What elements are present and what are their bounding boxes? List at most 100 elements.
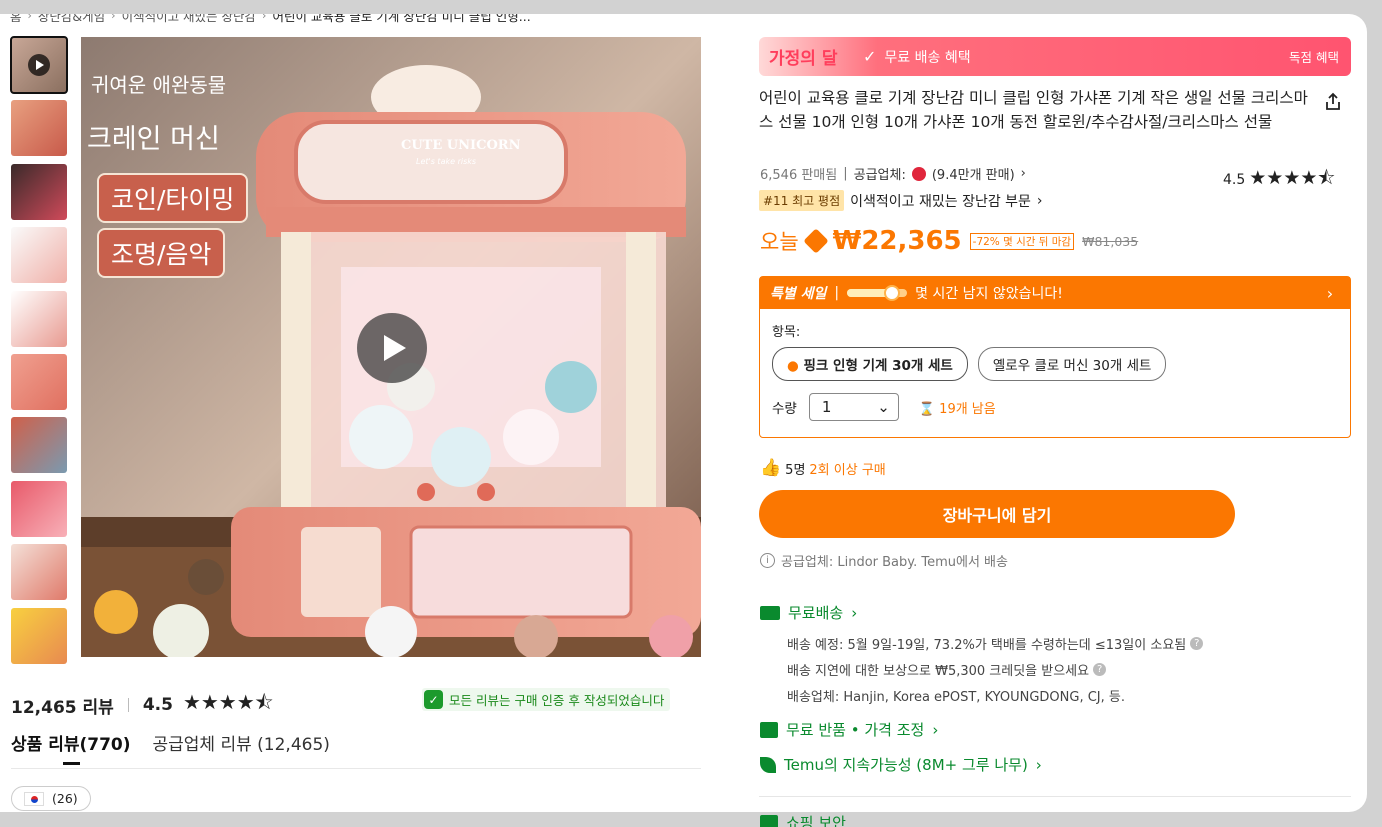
sales-info: 6,546 판매됨 | 공급업체: (9.4만개 판매) › [760, 164, 1026, 183]
star-rating: ★★★★⯪ [1249, 167, 1336, 189]
chevron-right-icon: › [1020, 166, 1026, 181]
hourglass-icon: ⌛ [918, 401, 936, 417]
quantity-select[interactable]: 1 ⌄ [808, 393, 899, 421]
option-yellow-set[interactable]: 옐로우 클로 머신 30개 세트 [977, 347, 1167, 381]
thumbnail-video[interactable] [10, 36, 68, 94]
price-row: 오늘 ₩22,365 -72% 몇 시간 뒤 마감 ₩81,035 [760, 226, 1138, 256]
thumbnail[interactable] [11, 607, 67, 664]
thumbnail-strip [10, 36, 69, 671]
supplier-label: 공급업체: [853, 168, 906, 183]
quantity-label: 수량 [772, 401, 797, 417]
breadcrumb: 홈 › 장난감&게임 › 이색적이고 재밌는 장난감 › 어린이 교육용 클로 … [10, 14, 531, 25]
tab-supplier-reviews[interactable]: 공급업체 리뷰 (12,465) [153, 730, 330, 765]
quantity-value: 1 [821, 398, 832, 416]
rank-category: 이색적이고 재밌는 장난감 부문 [850, 193, 1031, 210]
divider [11, 768, 701, 769]
review-summary: 12,465 리뷰 4.5 ★★★★⯪ [11, 688, 274, 722]
thumbnail[interactable] [11, 100, 67, 157]
rank-info[interactable]: #11 최고 평점 이색적이고 재밌는 장난감 부문 › [759, 190, 1043, 211]
promo-brand: 가정의 달 [769, 49, 838, 69]
help-icon[interactable]: ? [1190, 637, 1204, 650]
breadcrumb-current: 어린이 교육용 클로 기계 장난감 미니 클립 인형... [272, 14, 531, 24]
play-icon [28, 54, 50, 76]
help-icon[interactable]: ? [1093, 663, 1107, 676]
chevron-right-icon[interactable]: › [1318, 281, 1342, 305]
shipping-title: 무료배송 [788, 604, 844, 622]
chevron-right-icon: › [1036, 192, 1043, 209]
chevron-right-icon: › [851, 603, 858, 622]
repeat-purchase-text: 2회 이상 구매 [809, 462, 886, 478]
supplier-sales[interactable]: (9.4만개 판매) [932, 164, 1015, 183]
thumbnail[interactable] [11, 480, 67, 537]
verified-text: 모든 리뷰는 구매 인증 후 작성되었습니다 [449, 693, 665, 708]
divider [759, 796, 1351, 797]
thumbnail[interactable] [11, 353, 67, 410]
divider: | [834, 285, 840, 301]
review-tabs: 상품 리뷰(770) 공급업체 리뷰 (12,465) [11, 730, 330, 765]
supplier-note: i 공급업체: Lindor Baby. Temu에서 배송 [760, 551, 1008, 570]
free-shipping-header[interactable]: 무료배송 › [760, 602, 857, 623]
review-count: 12,465 리뷰 [11, 697, 114, 718]
image-caption: 크레인 머신 [87, 124, 220, 155]
image-feature-label: 코인/타이밍 [97, 173, 249, 223]
product-rating[interactable]: 4.5 ★★★★⯪ [1223, 164, 1335, 196]
korea-flag-icon [24, 791, 44, 806]
verified-reviews-badge: ✓ 모든 리뷰는 구매 인증 후 작성되었습니다 [422, 688, 671, 711]
thumbnail[interactable] [11, 227, 67, 284]
add-to-cart-button[interactable]: 장바구니에 담기 [759, 490, 1235, 538]
sold-count: 6,546 판매됨 [760, 168, 838, 183]
current-price: ₩22,365 [832, 226, 962, 256]
breadcrumb-fun-toys[interactable]: 이색적이고 재밌는 장난감 [122, 14, 256, 25]
breadcrumb-home[interactable]: 홈 [10, 14, 22, 25]
play-icon[interactable] [357, 313, 427, 383]
supplier-note-text: 공급업체: Lindor Baby. Temu에서 배송 [781, 555, 1008, 570]
promo-label: 무료 배송 혜택 [884, 49, 971, 66]
image-feature-label: 조명/음악 [97, 228, 226, 278]
thumbnail[interactable] [11, 544, 67, 601]
divider [127, 698, 129, 712]
chevron-right-icon: › [27, 14, 32, 22]
sale-progress-knob [884, 285, 901, 301]
thumbnail[interactable] [11, 163, 67, 220]
sale-box: 특별 세일 | 몇 시간 남지 않았습니다! › 항목: ● 핑크 인형 기계 … [759, 276, 1351, 438]
shipping-estimate: 배송 예정: 5월 9일-19일, 73.2%가 택배를 수령하는데 ≤13일이… [787, 634, 1204, 653]
quantity-row: 수량 1 ⌄ ⌛ 19개 남음 [772, 393, 996, 421]
image-caption: 귀여운 애완동물 [91, 73, 227, 97]
supplier-logo[interactable] [911, 166, 926, 181]
shipping-carriers: 배송업체: Hanjin, Korea ePOST, KYOUNGDONG, C… [787, 686, 1125, 705]
sustainability-text: Temu의 지속가능성 (8M+ 그루 나무) [784, 756, 1028, 774]
rank-badge: #11 최고 평점 [759, 190, 845, 211]
stock-remaining: ⌛ 19개 남음 [919, 398, 996, 417]
product-title: 어린이 교육용 클로 기계 장난감 미니 클립 인형 가샤폰 기계 작은 생일 … [759, 89, 1308, 131]
option-list: ● 핑크 인형 기계 30개 세트 옐로우 클로 머신 30개 세트 [772, 347, 1167, 381]
country-filter-chip[interactable]: (26) [11, 786, 91, 811]
return-box-icon [760, 721, 778, 738]
promo-banner[interactable]: 가정의 달 ✓ 무료 배송 혜택 독점 혜택 [759, 37, 1351, 76]
review-score: 4.5 [142, 695, 173, 715]
breadcrumb-toys[interactable]: 장난감&게임 [38, 14, 105, 25]
sustainability-row[interactable]: Temu의 지속가능성 (8M+ 그루 나무) › [760, 754, 1042, 775]
returns-text: 무료 반품 • 가격 조정 [786, 721, 925, 739]
buyer-count: 5명 [785, 462, 806, 478]
thumbnail[interactable] [11, 290, 67, 347]
option-pink-set[interactable]: ● 핑크 인형 기계 30개 세트 [772, 347, 968, 381]
price-prefix: 오늘 [760, 230, 799, 254]
share-icon[interactable] [1323, 92, 1343, 112]
thumbnail[interactable] [11, 417, 67, 474]
discount-tag-icon [802, 228, 829, 254]
machine-subtitle: Let's take risks [416, 157, 477, 166]
shipping-delay-credit: 배송 지연에 대한 보상으로 ₩5,300 크레딧을 받으세요 ? [787, 660, 1107, 679]
sale-header[interactable]: 특별 세일 | 몇 시간 남지 않았습니다! › [760, 277, 1350, 309]
shopping-security-row[interactable]: 쇼핑 보안 [760, 812, 846, 827]
shield-check-icon: ✓ [424, 690, 443, 709]
product-image[interactable]: 귀여운 애완동물 크레인 머신 코인/타이밍 조명/음악 CUTE UNICOR… [81, 37, 701, 657]
divider: | [843, 166, 848, 181]
social-proof: 👍 5명 2회 이상 구매 [760, 458, 886, 478]
tab-product-reviews[interactable]: 상품 리뷰(770) [11, 730, 131, 765]
free-returns-row[interactable]: 무료 반품 • 가격 조정 › [760, 719, 938, 740]
rating-value: 4.5 [1223, 172, 1246, 188]
option-label: 핑크 인형 기계 30개 세트 [803, 358, 953, 374]
check-icon: ✓ [863, 47, 877, 66]
shield-icon [760, 814, 778, 827]
sale-progress-bar [847, 285, 908, 301]
